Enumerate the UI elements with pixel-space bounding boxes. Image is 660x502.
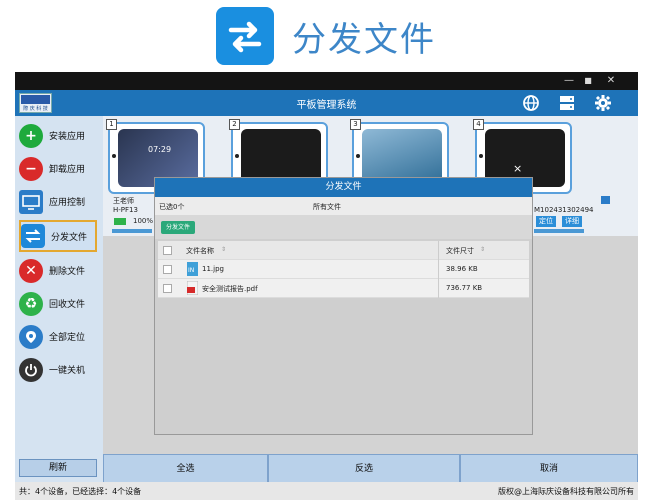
close-button[interactable]: ✕ [604, 74, 618, 88]
sidebar-item-app-control[interactable]: 应用控制 [19, 186, 97, 217]
device-serial: M102431302494 [534, 206, 594, 214]
device-owner: 王老师 [113, 197, 134, 205]
sidebar-item-distribute-files[interactable]: 分发文件 [19, 220, 97, 252]
file-table: 文件名称 ⇕ 文件尺寸 ⇕ IN 11.jpg 38.96 KB 安全测试报告.… [158, 241, 529, 298]
dialog-info-bar: 已选0个 所有文件 [155, 197, 532, 215]
dialog-toolbar: 分发文件 [155, 215, 532, 239]
screenshot-root: 分发文件 — ■ ✕ 際 庆 科 技 平板管理系统 + 安装应用 − 卸载应用 … [0, 0, 660, 502]
sidebar-item-recycle-files[interactable]: ♻ 回收文件 [19, 288, 97, 319]
copyright: 版权@上海际庆设备科技有限公司所有 [498, 487, 634, 496]
recycle-icon: ♻ [19, 291, 43, 316]
sidebar-item-locate-all[interactable]: 全部定位 [19, 321, 97, 352]
sidebar-item-uninstall-app[interactable]: − 卸载应用 [19, 153, 97, 184]
row-checkbox[interactable] [163, 265, 172, 274]
close-icon[interactable]: × [513, 162, 522, 175]
row-checkbox[interactable] [163, 284, 172, 293]
x-circle-icon: ✕ [19, 258, 43, 283]
window-titlebar: — ■ ✕ [15, 72, 638, 90]
select-all-checkbox[interactable] [163, 246, 172, 255]
image-file-icon: IN [187, 262, 198, 276]
battery-level: 100% [133, 217, 154, 225]
file-name: 11.jpg [202, 265, 224, 273]
location-icon [19, 324, 43, 349]
app-title: 平板管理系统 [296, 100, 357, 111]
sort-icon[interactable]: ⇕ [480, 246, 485, 253]
device-count-status: 共：4个设备，已经选择：4个设备 [19, 487, 142, 496]
file-name: 安全测试报告.pdf [202, 285, 258, 293]
selected-count: 已选0个 [159, 203, 185, 211]
progress-bar [112, 229, 152, 233]
server-icon[interactable] [558, 94, 576, 112]
table-header: 文件名称 ⇕ 文件尺寸 ⇕ [158, 241, 529, 260]
feature-banner: 分发文件 [0, 0, 660, 70]
cancel-button[interactable]: 取消 [460, 454, 638, 484]
table-row[interactable]: 安全测试报告.pdf 736.77 KB [158, 279, 529, 298]
plus-circle-icon: + [19, 123, 43, 148]
gear-icon[interactable] [594, 94, 612, 112]
pdf-file-icon [187, 281, 198, 295]
column-header-name[interactable]: 文件名称 [186, 246, 214, 256]
refresh-button[interactable]: 刷新 [19, 459, 97, 477]
sidebar: + 安装应用 − 卸载应用 应用控制 分发文件 ✕ 删除文件 ♻ 回收文件 全部… [15, 116, 103, 482]
globe-icon[interactable] [522, 94, 540, 112]
invert-selection-button[interactable]: 反选 [268, 454, 460, 484]
all-files-label: 所有文件 [313, 203, 341, 211]
select-all-button[interactable]: 全选 [103, 454, 268, 484]
device-id: H-PF13 [113, 206, 138, 214]
column-header-size[interactable]: 文件尺寸 [446, 246, 474, 256]
status-bar: 共：4个设备，已经选择：4个设备 版权@上海际庆设备科技有限公司所有 [15, 482, 638, 500]
arrows-swap-icon [216, 7, 274, 65]
sort-icon[interactable]: ⇕ [221, 246, 226, 253]
computer-icon [19, 189, 43, 214]
distribute-files-button[interactable]: 分发文件 [161, 221, 195, 234]
table-row[interactable]: IN 11.jpg 38.96 KB [158, 260, 529, 279]
distribute-files-dialog: 分发文件 × 已选0个 所有文件 分发文件 文件名称 ⇕ 文件尺寸 ⇕ IN 1… [154, 162, 533, 435]
file-size: 38.96 KB [446, 265, 478, 273]
battery-icon [114, 218, 126, 225]
arrows-swap-icon [21, 224, 45, 248]
dialog-title: 分发文件 [155, 178, 532, 197]
banner-title: 分发文件 [292, 20, 436, 60]
details-button[interactable]: 详细 [562, 216, 582, 227]
svg-text:IN: IN [188, 267, 194, 274]
sidebar-item-install-app[interactable]: + 安装应用 [19, 120, 97, 151]
bottom-action-bar: 全选 反选 取消 [103, 454, 638, 484]
minus-circle-icon: − [19, 156, 43, 181]
maximize-button[interactable]: ■ [581, 74, 595, 88]
sidebar-item-delete-files[interactable]: ✕ 删除文件 [19, 255, 97, 286]
app-header: 際 庆 科 技 平板管理系统 [15, 90, 638, 116]
minimize-button[interactable]: — [562, 74, 576, 88]
sidebar-item-shutdown-all[interactable]: 一键关机 [19, 354, 97, 385]
power-icon [19, 357, 43, 382]
device-status-icon [601, 196, 610, 204]
file-size: 736.77 KB [446, 284, 483, 292]
locate-button[interactable]: 定位 [536, 216, 556, 227]
progress-bar [534, 229, 584, 233]
